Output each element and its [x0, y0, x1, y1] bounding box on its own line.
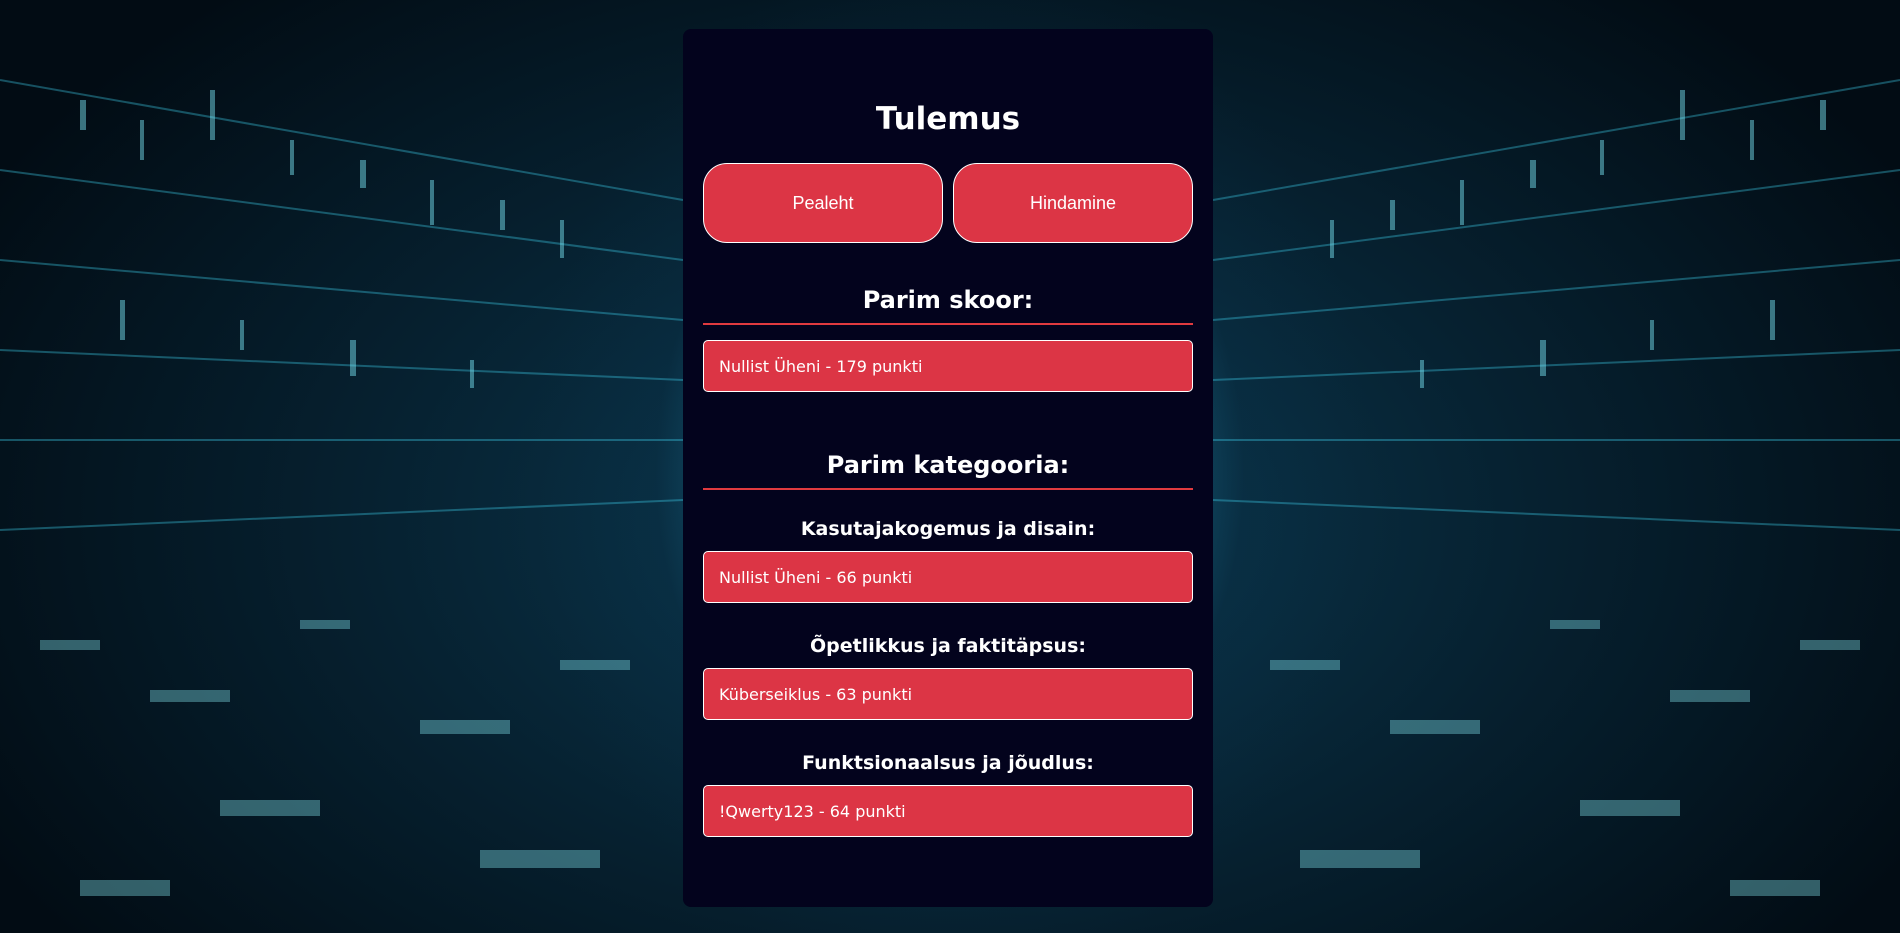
page-title: Tulemus: [875, 101, 1021, 137]
home-button[interactable]: Pealeht: [703, 163, 943, 243]
category-label: Õpetlikkus ja faktitäpsus:: [810, 635, 1086, 657]
divider: [703, 323, 1193, 325]
category-result: Küberseiklus - 63 punkti: [703, 668, 1193, 720]
category-result: Nullist Üheni - 66 punkti: [703, 551, 1193, 603]
category-label: Funktsionaalsus ja jõudlus:: [802, 752, 1094, 774]
best-category-heading: Parim kategooria:: [826, 451, 1070, 479]
best-score-section: Parim skoor: Nullist Üheni - 179 punkti: [703, 284, 1193, 392]
results-card: Tulemus Pealeht Hindamine Parim skoor: N…: [683, 29, 1213, 907]
category-result: !Qwerty123 - 64 punkti: [703, 785, 1193, 837]
best-score-result: Nullist Üheni - 179 punkti: [703, 340, 1193, 392]
rating-button[interactable]: Hindamine: [953, 163, 1193, 243]
category-label: Kasutajakogemus ja disain:: [800, 518, 1096, 540]
best-category-section: Parim kategooria: Kasutajakogemus ja dis…: [703, 449, 1193, 837]
nav-buttons: Pealeht Hindamine: [703, 163, 1193, 243]
best-score-heading: Parim skoor:: [862, 286, 1034, 314]
divider: [703, 488, 1193, 490]
